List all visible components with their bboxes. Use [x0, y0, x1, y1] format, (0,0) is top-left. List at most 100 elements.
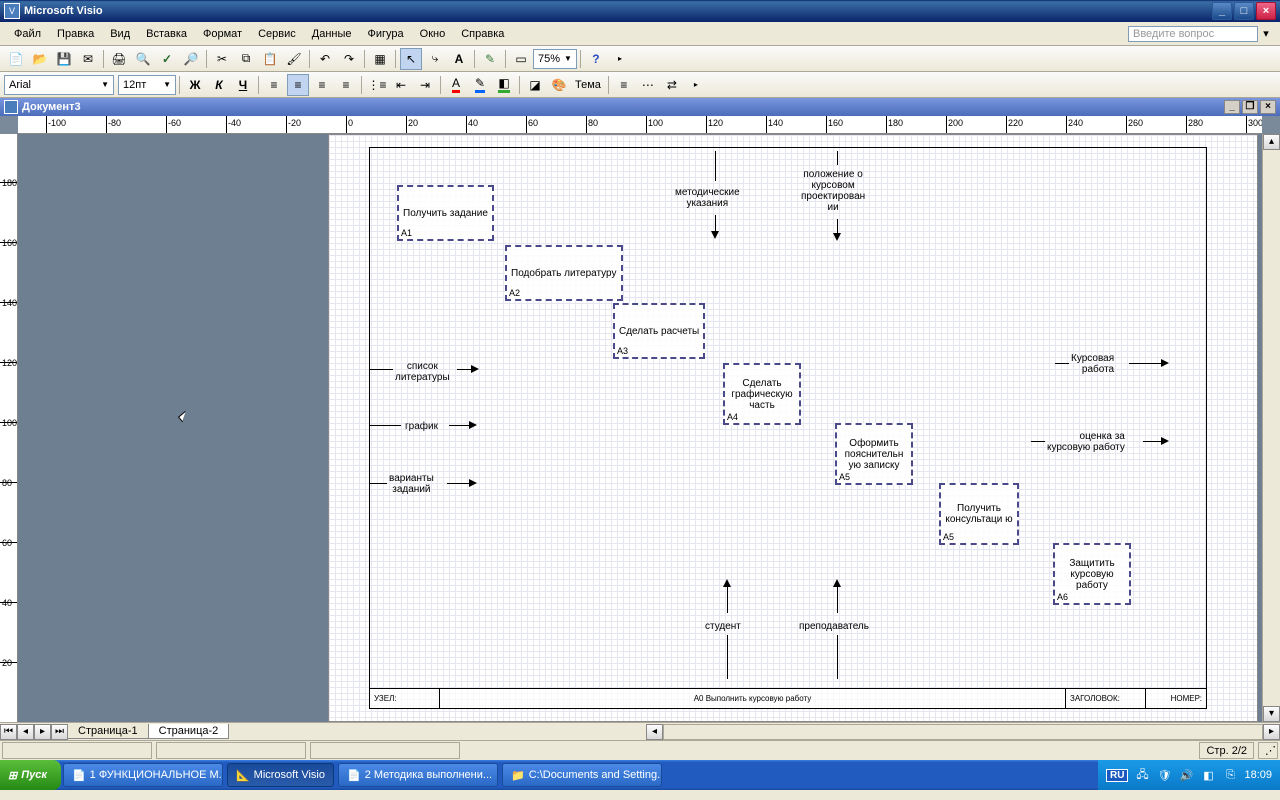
taskbar-item-2[interactable]: 📐Microsoft Visio [227, 763, 334, 787]
ask-question-box[interactable]: Введите вопрос [1128, 26, 1258, 42]
save-button[interactable]: 💾 [53, 48, 75, 70]
help-button[interactable]: ? [585, 48, 607, 70]
shapes-pane-button[interactable]: ▦ [369, 48, 391, 70]
ink-button[interactable]: ✎ [479, 48, 501, 70]
tab-nav-last-button[interactable]: ⏭ [51, 724, 68, 740]
idef-box-a6[interactable]: Защитить курсовую работуA6 [1053, 543, 1131, 605]
doc-minimize-button[interactable]: _ [1224, 100, 1240, 114]
doc-close-button[interactable]: × [1260, 100, 1276, 114]
pointer-tool-button[interactable]: ↖ [400, 48, 422, 70]
document-title: Документ3 [22, 101, 81, 113]
drawing-page[interactable]: Получить заданиеA1 Подобрать литературуA… [328, 134, 1258, 722]
redo-button[interactable]: ↷ [338, 48, 360, 70]
align-right-button[interactable]: ≡ [311, 74, 333, 96]
idef-box-a1[interactable]: Получить заданиеA1 [397, 185, 494, 241]
font-color-button[interactable]: A [445, 74, 467, 96]
line-pattern-button[interactable]: ⋯ [637, 74, 659, 96]
zoom-combo[interactable]: 75%▼ [533, 49, 577, 69]
scroll-up-button[interactable]: ▴ [1263, 134, 1280, 150]
menu-edit[interactable]: Правка [49, 25, 102, 43]
increase-indent-button[interactable]: ⇥ [414, 74, 436, 96]
font-size-combo[interactable]: 12пт▼ [118, 75, 176, 95]
tab-nav-first-button[interactable]: ⏮ [0, 724, 17, 740]
horizontal-ruler: -100-80-60-40-20020406080100120140160180… [18, 116, 1262, 134]
vertical-scrollbar[interactable]: ▴ ▾ [1262, 134, 1280, 722]
toolbar-options-icon[interactable]: ▸ [685, 74, 707, 96]
menu-view[interactable]: Вид [102, 25, 138, 43]
hscroll-left-button[interactable]: ◂ [646, 724, 663, 740]
tray-app-icon[interactable]: ◧ [1200, 767, 1216, 783]
underline-button[interactable]: Ч [232, 74, 254, 96]
menu-help[interactable]: Справка [453, 25, 512, 43]
toolbar-options-icon[interactable]: ▸ [609, 48, 631, 70]
taskbar-item-1[interactable]: 📄1 ФУНКЦИОНАЛЬНОЕ М... [63, 763, 223, 787]
idef-box-a5b[interactable]: Получить консультаци юA5 [939, 483, 1019, 545]
doc-restore-button[interactable]: ❐ [1242, 100, 1258, 114]
status-resize-grip: ⋰ [1258, 742, 1278, 759]
menu-window[interactable]: Окно [412, 25, 454, 43]
tray-clock[interactable]: 18:09 [1244, 769, 1272, 781]
cut-button[interactable]: ✂ [211, 48, 233, 70]
maximize-button[interactable]: □ [1234, 2, 1254, 20]
decrease-indent-button[interactable]: ⇤ [390, 74, 412, 96]
app-icon: V [4, 3, 20, 19]
print-button[interactable]: 🖨 [108, 48, 130, 70]
tab-nav-prev-button[interactable]: ◂ [17, 724, 34, 740]
idef-box-a5[interactable]: Оформить пояснительн ую запискуA5 [835, 423, 913, 485]
menu-file[interactable]: Файл [6, 25, 49, 43]
tray-volume-icon[interactable]: 🔊 [1178, 767, 1194, 783]
tray-usb-icon[interactable]: ⎘ [1222, 767, 1238, 783]
print-preview-button[interactable]: 🔍 [132, 48, 154, 70]
idef-box-a3[interactable]: Сделать расчетыA3 [613, 303, 705, 359]
scroll-down-button[interactable]: ▾ [1263, 706, 1280, 722]
idef-box-a4[interactable]: Сделать графическую частьA4 [723, 363, 801, 425]
undo-button[interactable]: ↶ [314, 48, 336, 70]
line-color-button[interactable]: ✎ [469, 74, 491, 96]
taskbar-item-3[interactable]: 📄2 Методика выполнени... [338, 763, 498, 787]
menu-format[interactable]: Формат [195, 25, 250, 43]
idef-box-a2[interactable]: Подобрать литературуA2 [505, 245, 623, 301]
line-weight-button[interactable]: ≡ [613, 74, 635, 96]
start-button[interactable]: ⊞Пуск [0, 760, 61, 790]
menu-insert[interactable]: Вставка [138, 25, 195, 43]
page-tab-2[interactable]: Страница-2 [148, 724, 230, 739]
bold-button[interactable]: Ж [184, 74, 206, 96]
bullets-button[interactable]: ⋮≡ [366, 74, 388, 96]
menu-data[interactable]: Данные [304, 25, 360, 43]
zoom-fit-button[interactable]: ▭ [510, 48, 532, 70]
copy-button[interactable]: ⧉ [235, 48, 257, 70]
tab-nav-next-button[interactable]: ▸ [34, 724, 51, 740]
language-indicator[interactable]: RU [1106, 769, 1128, 782]
canvas[interactable]: Получить заданиеA1 Подобрать литературуA… [18, 134, 1262, 722]
open-button[interactable]: 📂 [29, 48, 51, 70]
align-justify-button[interactable]: ≡ [335, 74, 357, 96]
close-button[interactable]: × [1256, 2, 1276, 20]
tray-shield-icon[interactable]: 🛡 [1156, 767, 1172, 783]
theme-icon[interactable]: 🎨 [548, 74, 570, 96]
mail-button[interactable]: ✉ [77, 48, 99, 70]
italic-button[interactable]: К [208, 74, 230, 96]
research-button[interactable]: 🔎 [180, 48, 202, 70]
status-page: Стр. 2/2 [1199, 742, 1254, 759]
format-painter-button[interactable]: 🖌 [283, 48, 305, 70]
horizontal-scrollbar[interactable] [663, 724, 1263, 740]
taskbar-item-4[interactable]: 📁C:\Documents and Setting... [502, 763, 662, 787]
fill-color-button[interactable]: ◧ [493, 74, 515, 96]
font-combo[interactable]: Arial▼ [4, 75, 114, 95]
align-left-button[interactable]: ≡ [263, 74, 285, 96]
page-tab-1[interactable]: Страница-1 [67, 724, 149, 739]
connector-tool-button[interactable]: ⤷ [424, 48, 446, 70]
tray-network-icon[interactable]: 🖧 [1134, 767, 1150, 783]
hscroll-right-button[interactable]: ▸ [1263, 724, 1280, 740]
paste-button[interactable]: 📋 [259, 48, 281, 70]
spellcheck-button[interactable]: ✓ [156, 48, 178, 70]
text-tool-button[interactable]: A [448, 48, 470, 70]
menu-tools[interactable]: Сервис [250, 25, 304, 43]
line-ends-button[interactable]: ⇄ [661, 74, 683, 96]
new-button[interactable]: 📄 [5, 48, 27, 70]
ask-dropdown-icon[interactable]: ▾ [1258, 27, 1274, 40]
align-center-button[interactable]: ≡ [287, 74, 309, 96]
menu-shape[interactable]: Фигура [360, 25, 412, 43]
shadow-button[interactable]: ◪ [524, 74, 546, 96]
minimize-button[interactable]: _ [1212, 2, 1232, 20]
